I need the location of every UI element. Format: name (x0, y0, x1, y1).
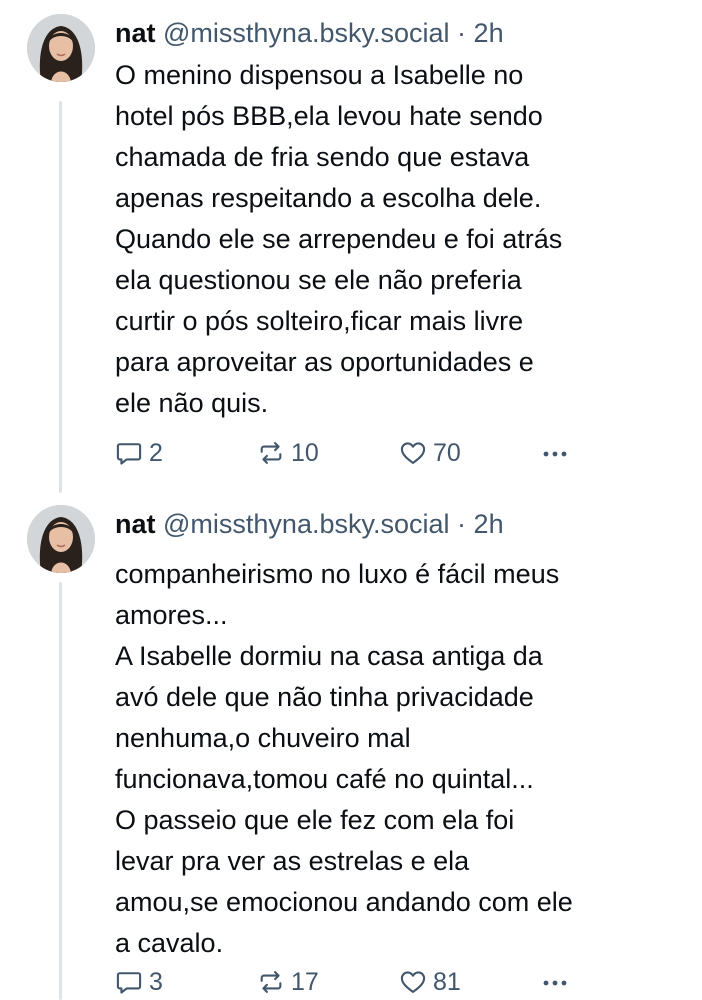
repost-arrows-icon (260, 971, 282, 993)
repost-arrows-icon (260, 442, 282, 464)
post-text-line: a cavalo. (115, 928, 224, 958)
avatar-image (27, 505, 95, 573)
speech-bubble-icon (116, 972, 142, 994)
author-name[interactable]: nat (115, 509, 156, 539)
post-text: O menino dispensou a Isabelle no hotel p… (115, 55, 685, 424)
timestamp[interactable]: 2h (474, 509, 504, 539)
separator-dot: · (457, 509, 467, 539)
post-text: companheirismo no luxo é fácil meus amor… (115, 554, 685, 964)
post-text-line: apenas respeitando a escolha dele. (115, 183, 542, 213)
post-text-line: avó dele que não tinha privacidade (115, 682, 534, 712)
post[interactable]: nat @missthyna.bsky.social · 2h O menino… (0, 0, 702, 480)
repost-count: 17 (291, 967, 319, 996)
reply-button[interactable]: 3 (115, 965, 163, 999)
avatar-image (27, 14, 95, 82)
heart-outline-icon (400, 442, 426, 464)
author-handle[interactable]: @missthyna.bsky.social (163, 509, 450, 539)
more-options-button[interactable] (539, 436, 577, 470)
like-button[interactable]: 81 (399, 965, 461, 999)
avatar[interactable] (27, 14, 95, 82)
post-text-line: ela questionou se ele não preferia (115, 265, 522, 295)
like-count: 81 (433, 967, 461, 996)
post-text-line: hotel pós BBB,ela levou hate sendo (115, 101, 543, 131)
ellipsis-icon (543, 980, 567, 986)
post-text-line: amou,se emocionou andando com ele (115, 887, 573, 917)
post-text-line: para aproveitar as oportunidades e (115, 347, 534, 377)
author-name[interactable]: nat (115, 18, 156, 48)
repost-count: 10 (291, 438, 319, 467)
post-text-line: levar pra ver as estrelas e ela (115, 846, 470, 876)
post-header: nat @missthyna.bsky.social · 2h (115, 505, 504, 543)
post-text-line: companheirismo no luxo é fácil meus (115, 559, 560, 589)
more-options-button[interactable] (539, 965, 577, 999)
post-text-line: O menino dispensou a Isabelle no (115, 60, 524, 90)
post-text-line: curtir o pós solteiro,ficar mais livre (115, 306, 524, 336)
reply-button[interactable]: 2 (115, 436, 163, 470)
post-text-line: chamada de fria sendo que estava (115, 142, 530, 172)
repost-button[interactable]: 17 (257, 965, 319, 999)
like-count: 70 (433, 438, 461, 467)
post-text-line: amores... (115, 600, 228, 630)
post-actions: 2 10 70 (115, 436, 595, 470)
speech-bubble-icon (116, 443, 142, 465)
post-text-line: O passeio que ele fez com ela foi (115, 805, 515, 835)
like-button[interactable]: 70 (399, 436, 461, 470)
post-actions: 3 17 81 (115, 965, 595, 999)
reply-count: 2 (149, 438, 163, 467)
post-text-line: funcionava,tomou café no quintal... (115, 764, 534, 794)
reply-count: 3 (149, 967, 163, 996)
heart-outline-icon (400, 971, 426, 993)
post-text-line: nenhuma,o chuveiro mal (115, 723, 411, 753)
post[interactable]: nat @missthyna.bsky.social · 2h companhe… (0, 500, 702, 1000)
avatar[interactable] (27, 505, 95, 573)
author-handle[interactable]: @missthyna.bsky.social (163, 18, 450, 48)
separator-dot: · (457, 18, 467, 48)
post-text-line: ele não quis. (115, 388, 269, 418)
post-text-line: A Isabelle dormiu na casa antiga da (115, 641, 543, 671)
post-header: nat @missthyna.bsky.social · 2h (115, 14, 504, 52)
post-text-line: Quando ele se arrependeu e foi atrás (115, 224, 563, 254)
repost-button[interactable]: 10 (257, 436, 319, 470)
ellipsis-icon (543, 451, 567, 457)
timestamp[interactable]: 2h (474, 18, 504, 48)
